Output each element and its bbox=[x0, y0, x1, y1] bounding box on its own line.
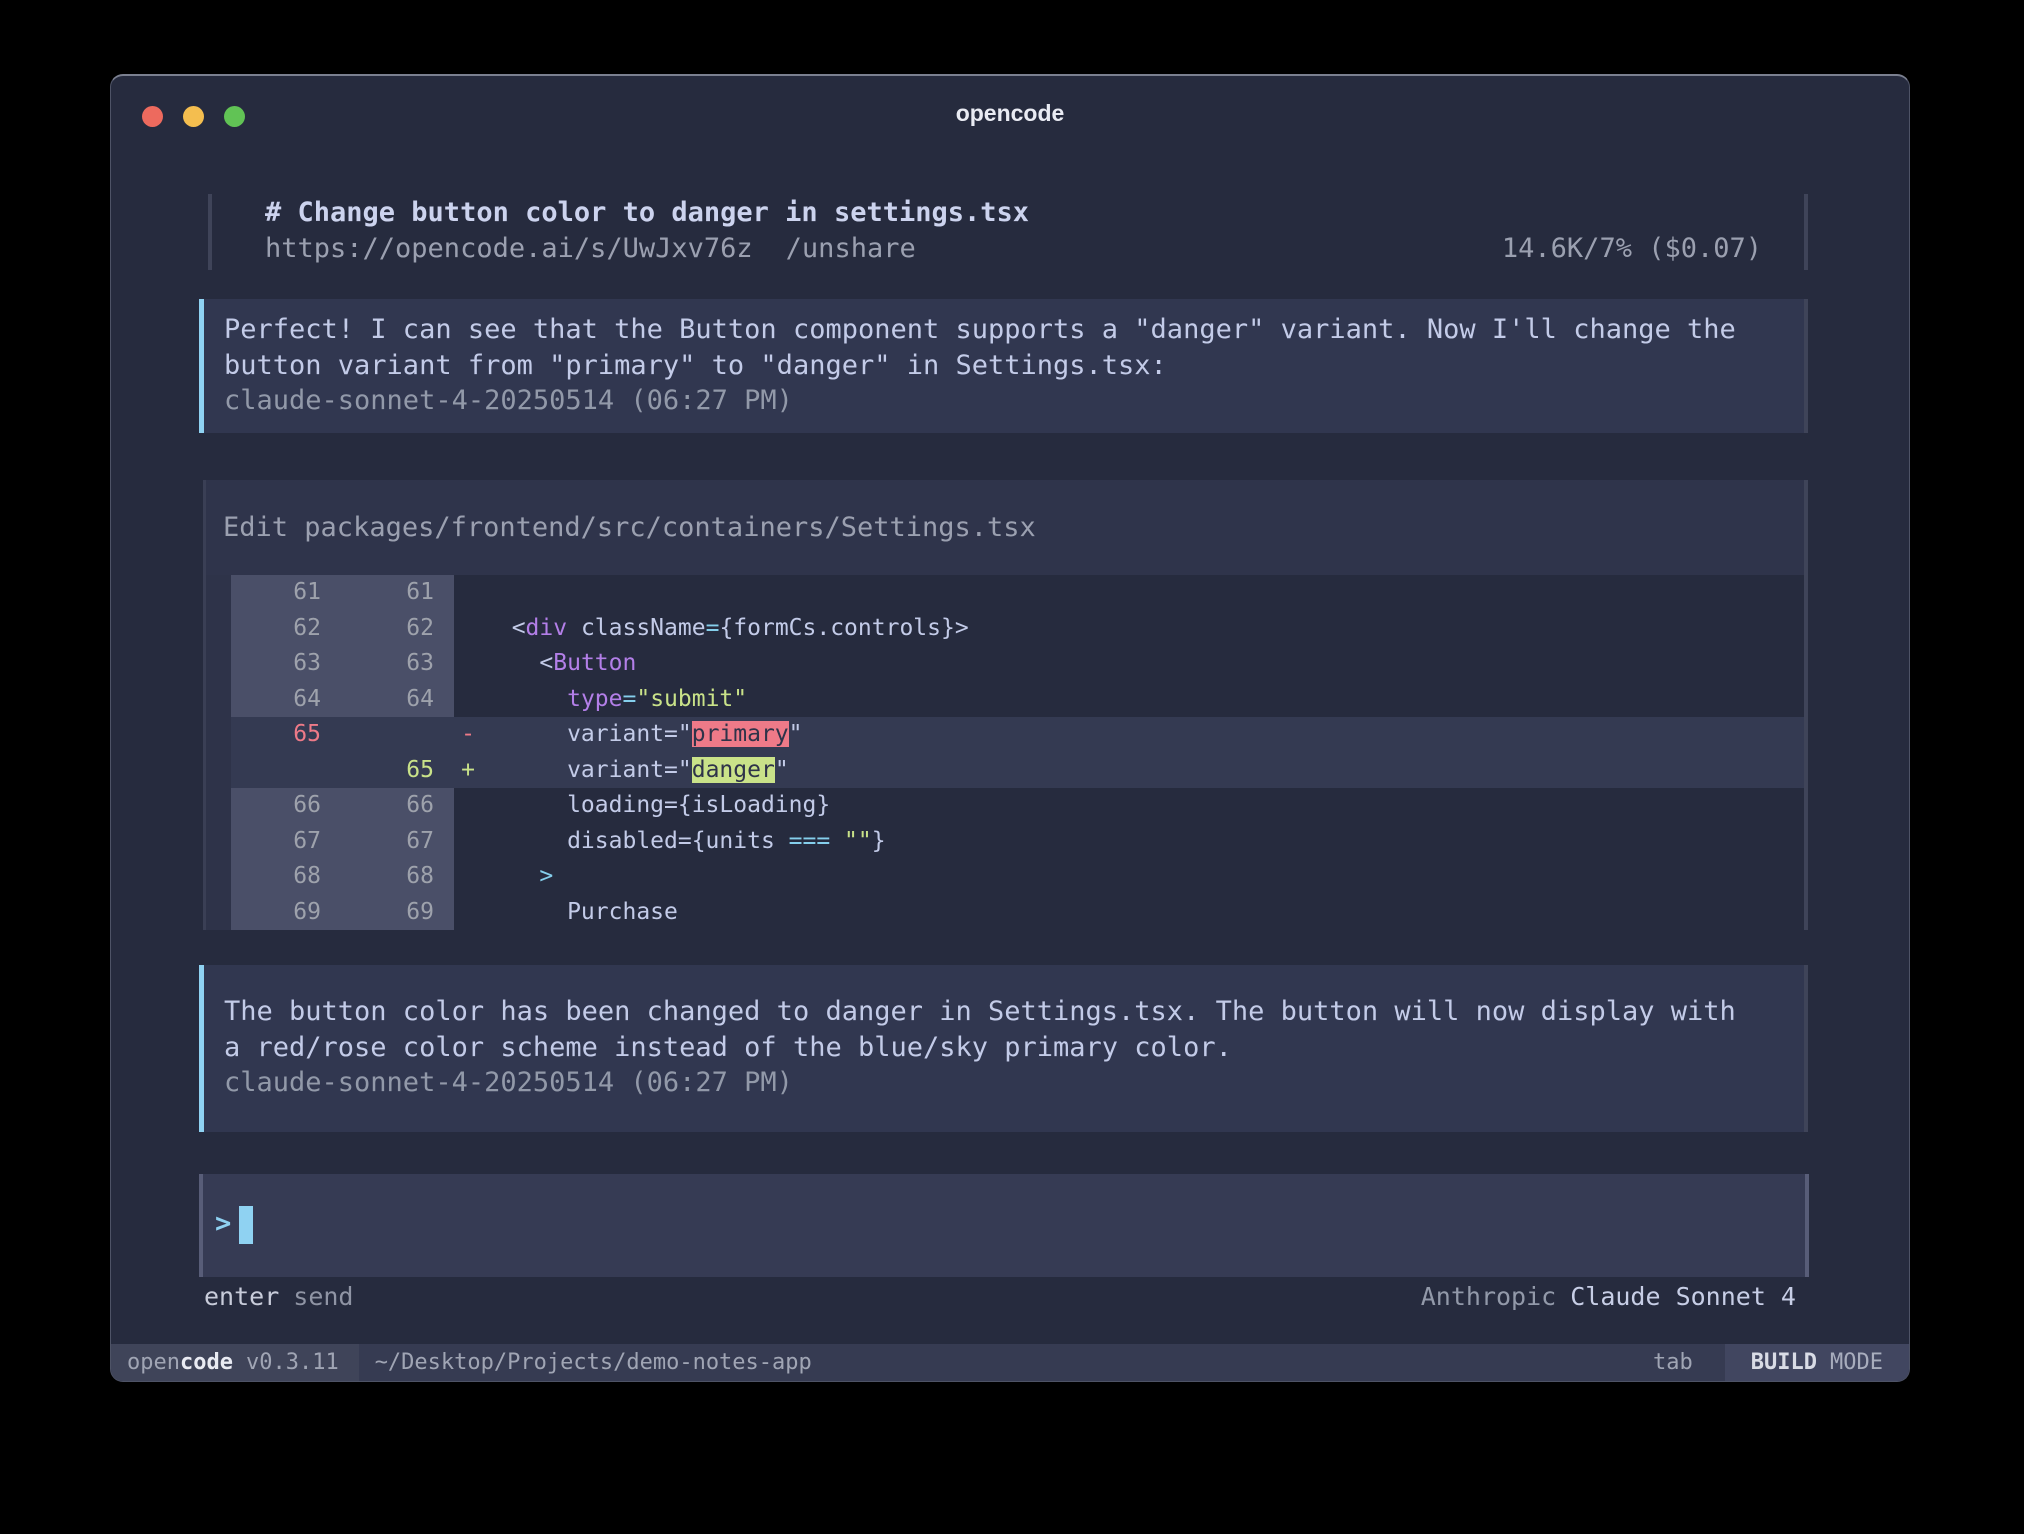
app-name-bold: code bbox=[180, 1350, 233, 1375]
message-meta: claude-sonnet-4-20250514 (06:27 PM) bbox=[224, 383, 1780, 419]
message-meta: claude-sonnet-4-20250514 (06:27 PM) bbox=[224, 1065, 1780, 1101]
diff-rows: 61616262 <div className={formCs.controls… bbox=[231, 575, 1804, 930]
diff-marker bbox=[454, 859, 482, 895]
diff-new-line-number: 64 bbox=[343, 682, 454, 718]
edit-tool-label: Edit bbox=[223, 512, 288, 543]
diff-code-line: variant="primary" bbox=[482, 717, 1804, 753]
diff-marker bbox=[454, 895, 482, 931]
provider-label: Anthropic bbox=[1421, 1282, 1556, 1311]
diff-code-line: Purchase bbox=[482, 895, 1804, 931]
message-line: a red/rose color scheme instead of the b… bbox=[224, 1030, 1780, 1066]
diff-marker bbox=[454, 824, 482, 860]
message-line: button variant from "primary" to "danger… bbox=[224, 348, 1780, 384]
assistant-message-2: The button color has been changed to dan… bbox=[199, 965, 1808, 1132]
diff-row: 6161 bbox=[231, 575, 1804, 611]
diff-old-line-number: 67 bbox=[231, 824, 343, 860]
diff-old-line-number: 65 bbox=[231, 717, 343, 753]
diff-row: 65+ variant="danger" bbox=[231, 753, 1804, 789]
diff-marker bbox=[454, 646, 482, 682]
diff-code-line: type="submit" bbox=[482, 682, 1804, 718]
share-url-link[interactable]: https://opencode.ai/s/UwJxv76z bbox=[265, 231, 753, 267]
unshare-command[interactable]: /unshare bbox=[786, 231, 916, 267]
diff-code-line: <Button bbox=[482, 646, 1804, 682]
diff-row: 6666 loading={isLoading} bbox=[231, 788, 1804, 824]
prompt-caret: > bbox=[215, 1208, 231, 1239]
mode-toggle[interactable]: BUILD MODE bbox=[1725, 1344, 1909, 1381]
app-version: v0.3.11 bbox=[246, 1350, 339, 1375]
model-label: Claude Sonnet 4 bbox=[1570, 1282, 1796, 1311]
diff-old-line-number: 64 bbox=[231, 682, 343, 718]
diff-row: 6868 > bbox=[231, 859, 1804, 895]
edit-tool-header: Edit packages/frontend/src/containers/Se… bbox=[206, 480, 1804, 575]
diff-new-line-number: 67 bbox=[343, 824, 454, 860]
diff-code-line: loading={isLoading} bbox=[482, 788, 1804, 824]
message-line: Perfect! I can see that the Button compo… bbox=[224, 312, 1780, 348]
diff-marker bbox=[454, 682, 482, 718]
context-stats: 14.6K/7% ($0.07) bbox=[1502, 231, 1804, 267]
diff-marker: - bbox=[454, 717, 482, 753]
assistant-message-1: Perfect! I can see that the Button compo… bbox=[199, 299, 1808, 433]
diff-new-line-number: 63 bbox=[343, 646, 454, 682]
diff-row: 6363 <Button bbox=[231, 646, 1804, 682]
mode-suffix: MODE bbox=[1830, 1350, 1883, 1375]
prompt-input[interactable]: > bbox=[199, 1174, 1809, 1277]
app-version-badge: opencode v0.3.11 bbox=[111, 1344, 359, 1381]
diff-row: 6464 type="submit" bbox=[231, 682, 1804, 718]
diff-code-line bbox=[482, 575, 1804, 611]
diff-new-line-number: 62 bbox=[343, 611, 454, 647]
session-header: # Change button color to danger in setti… bbox=[208, 194, 1808, 270]
diff-row: 6969 Purchase bbox=[231, 895, 1804, 931]
diff-new-line-number: 68 bbox=[343, 859, 454, 895]
diff-row: 65 - variant="primary" bbox=[231, 717, 1804, 753]
working-directory: ~/Desktop/Projects/demo-notes-app bbox=[375, 1344, 812, 1381]
diff-row: 6262 <div className={formCs.controls}> bbox=[231, 611, 1804, 647]
diff-code-line: variant="danger" bbox=[482, 753, 1804, 789]
diff-table: 61616262 <div className={formCs.controls… bbox=[206, 575, 1804, 930]
diff-new-line-number: 69 bbox=[343, 895, 454, 931]
diff-marker bbox=[454, 611, 482, 647]
diff-old-line-number: 62 bbox=[231, 611, 343, 647]
tab-key-hint: tab bbox=[1653, 1344, 1693, 1381]
diff-old-line-number: 68 bbox=[231, 859, 343, 895]
diff-code-line: > bbox=[482, 859, 1804, 895]
opencode-window: opencode # Change button color to danger… bbox=[110, 74, 1910, 1382]
edit-file-path: packages/frontend/src/containers/Setting… bbox=[304, 512, 1036, 543]
text-cursor bbox=[239, 1206, 253, 1244]
diff-new-line-number: 65 bbox=[343, 753, 454, 789]
diff-old-line-number: 61 bbox=[231, 575, 343, 611]
mode-name: BUILD bbox=[1751, 1350, 1817, 1375]
diff-new-line-number: 61 bbox=[343, 575, 454, 611]
diff-old-line-number: 66 bbox=[231, 788, 343, 824]
diff-new-line-number bbox=[343, 717, 454, 753]
diff-old-line-number bbox=[231, 753, 343, 789]
app-name-regular: open bbox=[127, 1350, 180, 1375]
composer-hints: enter send Anthropic Claude Sonnet 4 bbox=[204, 1281, 1808, 1313]
edit-tool-card: Edit packages/frontend/src/containers/Se… bbox=[203, 480, 1808, 930]
session-title: # Change button color to danger in setti… bbox=[265, 195, 1804, 231]
message-line: The button color has been changed to dan… bbox=[224, 994, 1780, 1030]
diff-row: 6767 disabled={units === ""} bbox=[231, 824, 1804, 860]
status-bar: opencode v0.3.11 ~/Desktop/Projects/demo-… bbox=[111, 1344, 1909, 1381]
diff-old-line-number: 69 bbox=[231, 895, 343, 931]
window-title: opencode bbox=[111, 100, 1909, 127]
enter-key-hint: enter bbox=[204, 1282, 279, 1311]
diff-code-line: disabled={units === ""} bbox=[482, 824, 1804, 860]
diff-marker: + bbox=[454, 753, 482, 789]
diff-code-line: <div className={formCs.controls}> bbox=[482, 611, 1804, 647]
diff-old-line-number: 63 bbox=[231, 646, 343, 682]
diff-marker bbox=[454, 575, 482, 611]
diff-marker bbox=[454, 788, 482, 824]
diff-new-line-number: 66 bbox=[343, 788, 454, 824]
send-action-hint: send bbox=[293, 1282, 353, 1311]
